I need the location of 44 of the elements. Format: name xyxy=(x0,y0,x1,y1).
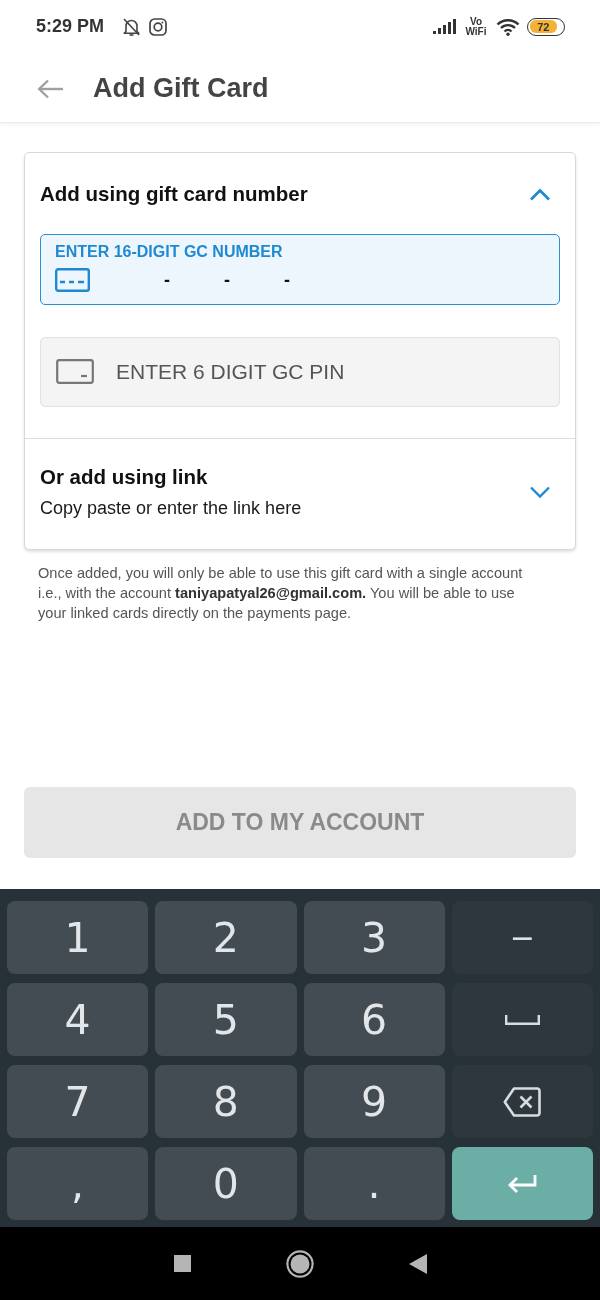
keyboard-key[interactable]: , xyxy=(7,1147,149,1220)
keyboard-key[interactable]: . xyxy=(303,1147,445,1220)
separator-dash: - xyxy=(284,269,290,291)
card-number-field[interactable]: ENTER 16-DIGIT GC NUMBER - - - xyxy=(40,234,560,305)
card-icon xyxy=(55,268,90,292)
separator-dash: - xyxy=(164,269,170,291)
signal-icon xyxy=(433,19,456,34)
section-title: Or add using link xyxy=(40,464,209,490)
square-icon[interactable] xyxy=(173,1255,191,1272)
keyboard-key[interactable]: − xyxy=(451,901,593,974)
status-time: 5:29 PM xyxy=(36,16,105,37)
account-note: Once added, you will only be able to use this gift card with a single account i.e., with the account taniyapatyal26@gmail.com. You will be able to use your linked cards directly on the payments page. xyxy=(37,564,524,623)
camera-icon xyxy=(149,17,168,36)
keyboard-key[interactable]: 2 xyxy=(155,901,297,974)
keyboard-key[interactable]: 7 xyxy=(7,1065,149,1138)
enter-icon xyxy=(507,1173,538,1194)
network-label: Vo WiFi xyxy=(464,16,488,37)
chevron-down-icon[interactable] xyxy=(529,485,551,499)
card-icon xyxy=(56,359,94,384)
wifi-icon xyxy=(496,17,520,36)
page-title: Add Gift Card xyxy=(93,73,269,104)
keyboard-key[interactable]: 3 xyxy=(303,901,445,974)
back-arrow-icon xyxy=(37,78,64,99)
back-icon[interactable] xyxy=(408,1253,427,1274)
keyboard-key[interactable]: 4 xyxy=(7,983,149,1056)
battery-percentage: 72 xyxy=(529,20,558,33)
muted-bell-icon xyxy=(122,16,142,37)
back-button[interactable] xyxy=(37,78,64,99)
separator-dash: - xyxy=(224,269,230,291)
pin-field[interactable]: ENTER 6 DIGIT GC PIN xyxy=(40,337,560,407)
section-subtitle: Copy paste or enter the link here xyxy=(40,497,302,520)
section-title: Add using gift card number xyxy=(40,181,308,207)
space-icon xyxy=(504,1014,540,1025)
chevron-up-icon[interactable] xyxy=(529,187,551,201)
home-circle-icon[interactable] xyxy=(285,1249,314,1278)
keyboard-key[interactable]: 9 xyxy=(303,1065,445,1138)
keyboard-key[interactable]: 8 xyxy=(155,1065,297,1138)
keyboard-key[interactable]: 6 xyxy=(303,983,445,1056)
field-label: ENTER 16-DIGIT GC NUMBER xyxy=(55,242,283,262)
backspace-key[interactable] xyxy=(451,1065,593,1138)
keyboard-key[interactable]: 0 xyxy=(155,1147,297,1220)
backspace-icon xyxy=(503,1086,542,1117)
keyboard-key[interactable]: 5 xyxy=(155,983,297,1056)
keyboard-key[interactable]: 1 xyxy=(7,901,149,974)
